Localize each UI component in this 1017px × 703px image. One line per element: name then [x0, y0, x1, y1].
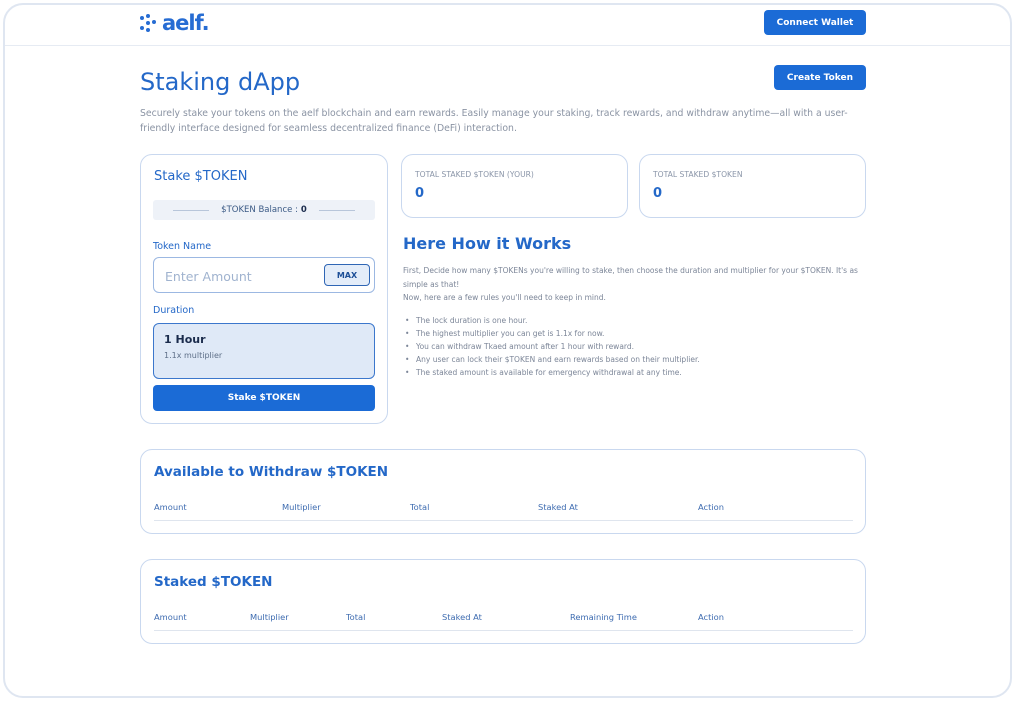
top-header: aelf. Connect Wallet: [5, 5, 1010, 46]
aelf-logo[interactable]: aelf.: [140, 11, 210, 35]
page-title: Staking dApp: [140, 68, 301, 96]
app-frame: aelf. Connect Wallet Staking dApp Create…: [3, 3, 1012, 698]
page-description: Securely stake your tokens on the aelf b…: [140, 108, 848, 134]
stake-form-title: Stake $TOKEN: [154, 169, 248, 184]
stat-value: 0: [415, 186, 425, 201]
column-header: Staked At: [538, 502, 578, 512]
max-button[interactable]: MAX: [324, 264, 370, 286]
column-header: Multiplier: [282, 502, 321, 512]
staked-table-card: Staked $TOKEN Amount Multiplier Total St…: [140, 559, 866, 644]
stat-card-total-staked: TOTAL STAKED $TOKEN 0: [639, 154, 866, 218]
intro-paragraph: Now, here are a few rules you'll need to…: [403, 293, 606, 302]
duration-name: 1 Hour: [164, 333, 206, 346]
withdraw-table-title: Available to Withdraw $TOKEN: [154, 464, 389, 480]
amount-field: MAX: [153, 257, 375, 294]
rule-item: The lock duration is one hour.: [403, 314, 865, 327]
column-header: Staked At: [442, 612, 482, 622]
column-header: Action: [698, 612, 724, 622]
create-token-button[interactable]: Create Token: [774, 65, 866, 90]
column-header: Total: [410, 502, 430, 512]
table-header: Amount Multiplier Total Staked At Remain…: [154, 612, 853, 631]
rules-list: The lock duration is one hour. The highe…: [403, 314, 865, 379]
rule-item: The highest multiplier you can get is 1.…: [403, 327, 865, 340]
duration-multiplier: 1.1x multiplier: [164, 351, 223, 360]
column-header: Action: [698, 502, 724, 512]
table-header: Amount Multiplier Total Staked At Action: [154, 502, 853, 521]
rule-item: The staked amount is available for emerg…: [403, 366, 865, 379]
intro-paragraph: First, Decide how many $TOKENs you're wi…: [403, 266, 858, 289]
stat-value: 0: [653, 186, 663, 201]
stat-label: TOTAL STAKED $TOKEN: [653, 170, 743, 179]
stat-card-your-staked: TOTAL STAKED $TOKEN (YOUR) 0: [401, 154, 628, 218]
rule-item: Any user can lock their $TOKEN and earn …: [403, 353, 865, 366]
stat-label: TOTAL STAKED $TOKEN (YOUR): [415, 170, 534, 179]
staked-table-title: Staked $TOKEN: [154, 574, 273, 590]
connect-wallet-button[interactable]: Connect Wallet: [764, 10, 866, 35]
column-header: Multiplier: [250, 612, 289, 622]
how-it-works-title: Here How it Works: [403, 234, 572, 253]
logo-text: aelf.: [162, 11, 210, 35]
token-name-label: Token Name: [153, 241, 212, 252]
duration-option-1-hour[interactable]: 1 Hour 1.1x multiplier: [153, 323, 375, 379]
stake-token-button[interactable]: Stake $TOKEN: [153, 385, 375, 411]
amount-input[interactable]: [163, 258, 317, 294]
stake-form-card: Stake $TOKEN $TOKEN Balance : 0 Token Na…: [140, 154, 388, 424]
balance-label: $TOKEN Balance :: [221, 205, 298, 215]
balance-value: 0: [300, 205, 307, 215]
aelf-logo-icon: [140, 14, 158, 32]
duration-label: Duration: [153, 305, 195, 316]
divider-line: [319, 210, 355, 211]
column-header: Amount: [154, 612, 187, 622]
token-balance: $TOKEN Balance : 0: [153, 200, 375, 220]
rule-item: You can withdraw Tkaed amount after 1 ho…: [403, 340, 865, 353]
withdraw-table-card: Available to Withdraw $TOKEN Amount Mult…: [140, 449, 866, 534]
column-header: Total: [346, 612, 366, 622]
column-header: Remaining Time: [570, 612, 637, 622]
divider-line: [173, 210, 209, 211]
how-it-works-intro: First, Decide how many $TOKENs you're wi…: [403, 264, 865, 305]
column-header: Amount: [154, 502, 187, 512]
